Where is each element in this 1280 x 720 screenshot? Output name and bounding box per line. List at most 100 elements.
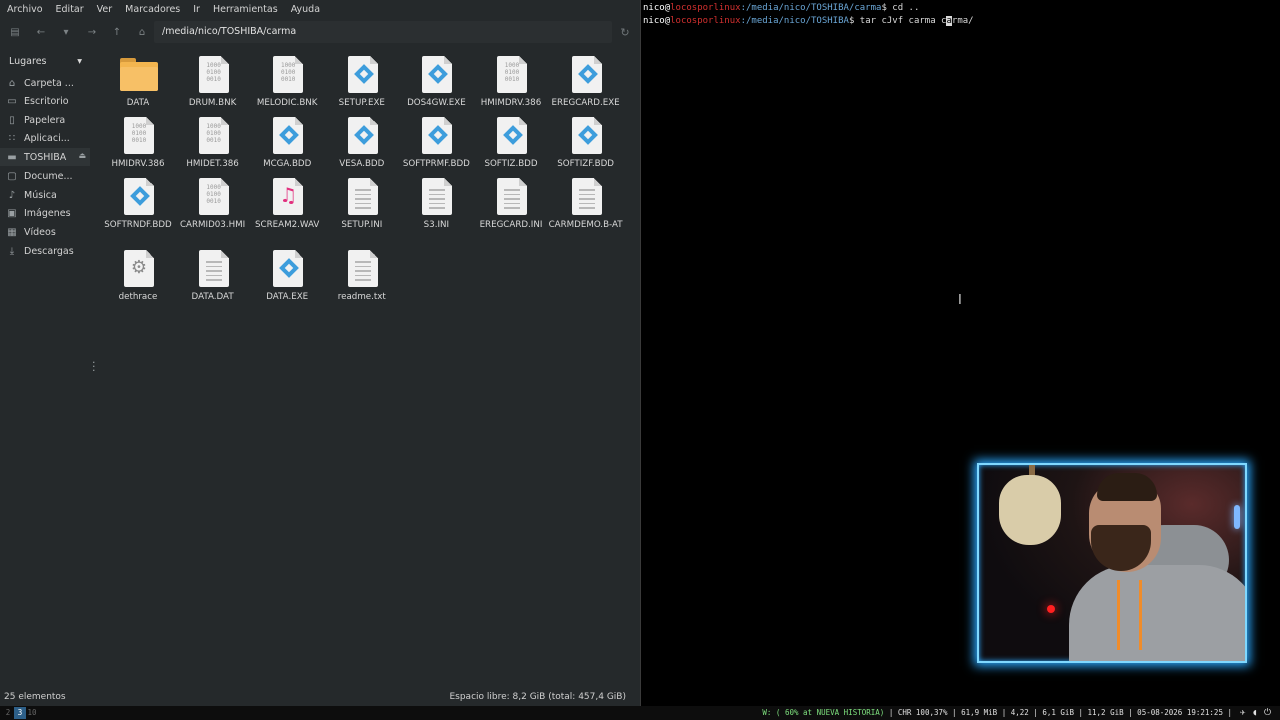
videos-icon: ▦	[7, 226, 17, 238]
trash-icon: ▯	[9, 114, 15, 126]
sidebar-item-pictures[interactable]: ▣ Imágenes	[0, 205, 90, 223]
wifi-status: W: ( 60% at NUEVA HISTORIA)	[762, 708, 885, 717]
file-name: SOFTIZ.BDD	[484, 159, 538, 169]
text-file-icon	[418, 176, 454, 216]
file-item[interactable]: 1000 0100 0010 DRUM.BNK	[175, 54, 251, 109]
file-name: MCGA.BDD	[263, 159, 312, 169]
history-dropdown-icon[interactable]: ▾	[55, 19, 77, 45]
refresh-icon[interactable]: ↻	[616, 19, 634, 45]
system-stats: | CHR 100,37% | 61,9 MiB | 4,22 | 6,1 Gi…	[884, 708, 1232, 717]
free-space: Espacio libre: 8,2 GiB (total: 457,4 GiB…	[449, 692, 626, 702]
path-field[interactable]: /media/nico/TOSHIBA/carma	[154, 21, 612, 43]
sidebar-item-videos[interactable]: ▦ Vídeos	[0, 223, 90, 241]
sidebar-item-toshiba[interactable]: ▬ TOSHIBA ⏏	[0, 148, 90, 166]
text-file-icon	[344, 176, 380, 216]
workspace-3[interactable]: 3	[14, 707, 26, 719]
volume-tray-icon[interactable]: ◖	[1252, 707, 1257, 719]
file-item[interactable]: SOFTRNDF.BDD	[100, 176, 176, 231]
workspace-10[interactable]: 10	[26, 707, 38, 719]
menubar: Archivo Editar Ver Marcadores Ir Herrami…	[0, 0, 640, 18]
text-file-icon	[493, 176, 529, 216]
file-item[interactable]: EREGCARD.EXE	[548, 54, 624, 109]
menu-ir[interactable]: Ir	[187, 4, 207, 15]
drive-icon: ▬	[7, 151, 17, 163]
file-item[interactable]: ⚙ dethrace	[100, 248, 176, 303]
sidebar-item-music[interactable]: ♪ Música	[0, 186, 90, 204]
menu-ver[interactable]: Ver	[90, 4, 119, 15]
pane-resize-handle[interactable]: · · ·	[92, 357, 96, 376]
binary-file-icon: 1000 0100 0010	[195, 115, 231, 155]
places-header[interactable]: Lugares ▾	[0, 53, 88, 69]
gear-icon: ⚙	[120, 248, 156, 288]
file-item[interactable]: SOFTIZ.BDD	[473, 115, 549, 170]
person-body	[1069, 565, 1245, 661]
music-icon: ♪	[8, 189, 16, 201]
file-item[interactable]: 1000 0100 0010 MELODIC.BNK	[249, 54, 325, 109]
executable-icon	[418, 54, 454, 94]
sidebar-item-documents[interactable]: ▢ Docume...	[0, 167, 90, 185]
power-tray-icon[interactable]: ⏻	[1264, 707, 1271, 719]
eject-icon[interactable]: ⏏	[78, 151, 86, 160]
executable-icon	[418, 115, 454, 155]
file-item[interactable]: MCGA.BDD	[249, 115, 325, 170]
file-item[interactable]: SOFTPRMF.BDD	[398, 115, 474, 170]
sidebar-item-home[interactable]: ⌂ Carpeta ...	[0, 74, 90, 92]
file-item[interactable]: 1000 0100 0010 HMIMDRV.386	[473, 54, 549, 109]
home-icon: ⌂	[8, 77, 16, 89]
back-icon[interactable]: ←	[30, 19, 52, 45]
toolbar: ▤ ← ▾ → ↑ ⌂ /media/nico/TOSHIBA/carma ↻	[0, 19, 640, 45]
sidebar-item-apps[interactable]: ∷ Aplicaci...	[0, 130, 90, 148]
sidebar-item-trash[interactable]: ▯ Papelera	[0, 111, 90, 129]
pictures-icon: ▣	[7, 208, 17, 219]
binary-file-icon: 1000 0100 0010	[195, 54, 231, 94]
up-icon[interactable]: ↑	[106, 19, 128, 45]
hoodie-cord	[1139, 580, 1142, 650]
file-item[interactable]: SOFTIZF.BDD	[548, 115, 624, 170]
menu-archivo[interactable]: Archivo	[0, 4, 49, 15]
home-icon[interactable]: ⌂	[131, 19, 153, 45]
places-toggle-icon[interactable]: ▤	[4, 19, 26, 45]
binary-file-icon: 1000 0100 0010	[493, 54, 529, 94]
file-name: HMIDRV.386	[111, 159, 165, 169]
workspace-2[interactable]: 2	[2, 707, 14, 719]
file-item[interactable]: 1000 0100 0010 HMIDET.386	[175, 115, 251, 170]
file-item[interactable]: VESA.BDD	[324, 115, 400, 170]
file-item[interactable]: DATA.EXE	[249, 248, 325, 303]
menu-herramientas[interactable]: Herramientas	[206, 4, 284, 15]
item-count: 25 elementos	[4, 692, 66, 702]
menu-marcadores[interactable]: Marcadores	[119, 4, 187, 15]
file-item[interactable]: S3.INI	[398, 176, 474, 231]
prompt-host: locosporlinux	[670, 16, 741, 26]
menu-editar[interactable]: Editar	[49, 4, 90, 15]
menu-ayuda[interactable]: Ayuda	[284, 4, 326, 15]
file-item[interactable]: 1000 0100 0010 CARMID03.HMI	[175, 176, 251, 231]
forward-icon[interactable]: →	[81, 19, 103, 45]
sidebar-item-label: Aplicaci...	[24, 133, 70, 144]
places-title: Lugares	[9, 55, 47, 67]
file-name: HMIMDRV.386	[480, 98, 542, 108]
file-name: S3.INI	[423, 220, 450, 230]
file-name: DATA.EXE	[266, 292, 309, 302]
file-item[interactable]: DATA.DAT	[175, 248, 251, 303]
folder-icon	[120, 54, 158, 94]
file-item[interactable]: ♫ SCREAM2.WAV	[249, 176, 325, 231]
file-item[interactable]: readme.txt	[324, 248, 400, 303]
file-item[interactable]: EREGCARD.INI	[473, 176, 549, 231]
executable-icon	[120, 176, 156, 216]
sidebar-item-label: Carpeta ...	[24, 77, 74, 89]
file-item[interactable]: DOS4GW.EXE	[398, 54, 474, 109]
ibeam-cursor-icon: I	[958, 293, 962, 308]
file-name: CARMDEMO.B-AT	[548, 220, 623, 230]
webcam-overlay	[977, 463, 1247, 663]
file-item[interactable]: DATA	[100, 54, 176, 109]
network-tray-icon[interactable]: ✈	[1240, 707, 1245, 719]
sidebar-item-desktop[interactable]: ▭ Escritorio	[0, 93, 90, 111]
file-item[interactable]: 1000 0100 0010 HMIDRV.386	[100, 115, 176, 170]
file-item[interactable]: SETUP.EXE	[324, 54, 400, 109]
file-item[interactable]: CARMDEMO.B-AT	[548, 176, 624, 231]
file-item[interactable]: SETUP.INI	[324, 176, 400, 231]
sidebar-item-label: Música	[24, 189, 57, 201]
sidebar-item-downloads[interactable]: ⤓ Descargas	[0, 242, 90, 260]
file-name: SOFTRNDF.BDD	[104, 220, 172, 230]
file-name: CARMID03.HMI	[179, 220, 246, 230]
